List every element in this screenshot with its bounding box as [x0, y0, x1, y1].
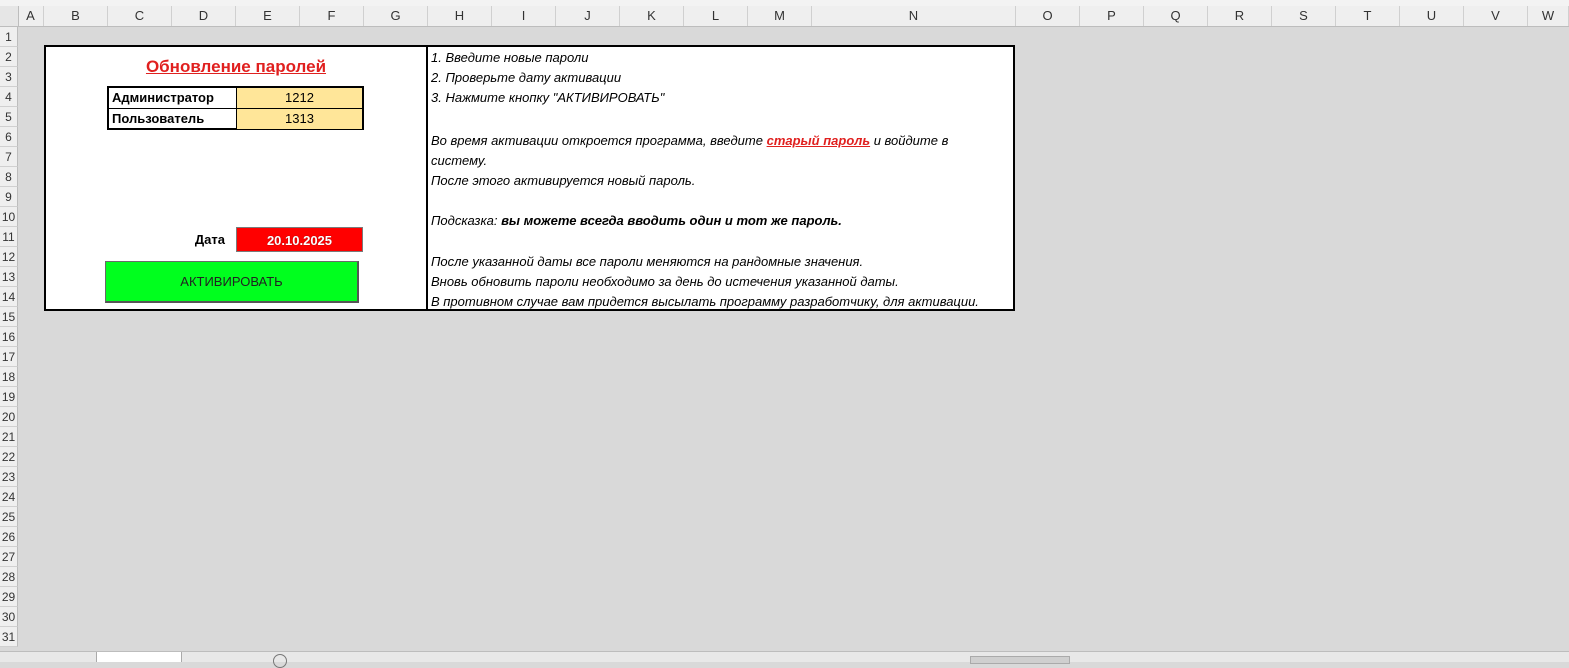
admin-label: Администратор — [109, 88, 237, 108]
instruction-step-2: 2. Проверьте дату активации — [431, 70, 622, 85]
row-header-27[interactable]: 27 — [0, 547, 18, 567]
activation-note: Во время активации откроется программа, … — [431, 133, 948, 148]
admin-password-cell[interactable]: 1212 — [237, 88, 362, 108]
panel-divider — [426, 45, 428, 311]
row-header-29[interactable]: 29 — [0, 587, 18, 607]
row-header-16[interactable]: 16 — [0, 327, 18, 347]
developer-note: В противном случае вам придется высылать… — [431, 294, 979, 309]
select-all-corner[interactable] — [0, 6, 19, 26]
column-header-row: ABCDEFGHIJKLMNOPQRSTUVW — [0, 6, 1569, 27]
column-header-m[interactable]: M — [748, 6, 812, 26]
user-password-cell[interactable]: 1313 — [237, 109, 362, 129]
add-sheet-icon[interactable] — [273, 654, 287, 668]
row-header-28[interactable]: 28 — [0, 567, 18, 587]
column-header-j[interactable]: J — [556, 6, 620, 26]
column-header-v[interactable]: V — [1464, 6, 1528, 26]
row-header-11[interactable]: 11 — [0, 227, 18, 247]
row-header-22[interactable]: 22 — [0, 447, 18, 467]
column-header-u[interactable]: U — [1400, 6, 1464, 26]
user-label: Пользователь — [109, 109, 237, 129]
hint-text: вы можете всегда вводить один и тот же п… — [501, 213, 842, 228]
row-header-17[interactable]: 17 — [0, 347, 18, 367]
hint-label: Подсказка: — [431, 213, 502, 228]
password-table: Администратор 1212 Пользователь 1313 — [107, 86, 364, 130]
column-header-a[interactable]: A — [18, 6, 44, 26]
row-header-21[interactable]: 21 — [0, 427, 18, 447]
column-header-e[interactable]: E — [236, 6, 300, 26]
row-header-9[interactable]: 9 — [0, 187, 18, 207]
column-header-h[interactable]: H — [428, 6, 492, 26]
old-password-highlight: старый пароль — [766, 133, 871, 148]
column-header-n[interactable]: N — [812, 6, 1016, 26]
activation-date-cell[interactable]: 20.10.2025 — [236, 227, 363, 252]
row-header-3[interactable]: 3 — [0, 67, 18, 87]
instruction-step-3: 3. Нажмите кнопку "АКТИВИРОВАТЬ" — [431, 90, 665, 105]
row-header-6[interactable]: 6 — [0, 127, 18, 147]
activate-button[interactable]: АКТИВИРОВАТЬ — [105, 261, 359, 303]
column-header-t[interactable]: T — [1336, 6, 1400, 26]
password-row-admin: Администратор 1212 — [109, 88, 362, 109]
row-header-19[interactable]: 19 — [0, 387, 18, 407]
row-header-15[interactable]: 15 — [0, 307, 18, 327]
row-header-20[interactable]: 20 — [0, 407, 18, 427]
column-header-k[interactable]: K — [620, 6, 684, 26]
column-header-i[interactable]: I — [492, 6, 556, 26]
activation-note-pre: Во время активации откроется программа, … — [431, 133, 767, 148]
date-label: Дата — [194, 232, 225, 247]
column-header-p[interactable]: P — [1080, 6, 1144, 26]
row-header-10[interactable]: 10 — [0, 207, 18, 227]
column-header-l[interactable]: L — [684, 6, 748, 26]
row-header-24[interactable]: 24 — [0, 487, 18, 507]
row-header-13[interactable]: 13 — [0, 267, 18, 287]
row-header-7[interactable]: 7 — [0, 147, 18, 167]
instruction-step-1: 1. Введите новые пароли — [431, 50, 589, 65]
row-header-31[interactable]: 31 — [0, 627, 18, 647]
new-password-note: После этого активируется новый пароль. — [431, 173, 696, 188]
hint-line: Подсказка: вы можете всегда вводить один… — [431, 213, 842, 228]
row-header-8[interactable]: 8 — [0, 167, 18, 187]
activation-note-cont: систему. — [431, 153, 488, 168]
column-header-g[interactable]: G — [364, 6, 428, 26]
row-header-23[interactable]: 23 — [0, 467, 18, 487]
row-header-4[interactable]: 4 — [0, 87, 18, 107]
row-header-5[interactable]: 5 — [0, 107, 18, 127]
horizontal-scrollbar[interactable] — [970, 656, 1070, 664]
row-header-25[interactable]: 25 — [0, 507, 18, 527]
column-header-d[interactable]: D — [172, 6, 236, 26]
row-header-1[interactable]: 1 — [0, 27, 18, 47]
column-header-o[interactable]: O — [1016, 6, 1080, 26]
row-header-30[interactable]: 30 — [0, 607, 18, 627]
column-header-c[interactable]: C — [108, 6, 172, 26]
activation-note-post: и войдите в — [870, 133, 949, 148]
column-header-q[interactable]: Q — [1144, 6, 1208, 26]
sheet-tab-bar — [0, 651, 1569, 668]
password-row-user: Пользователь 1313 — [109, 109, 362, 129]
column-header-s[interactable]: S — [1272, 6, 1336, 26]
renew-note: Вновь обновить пароли необходимо за день… — [431, 274, 899, 289]
panel-title: Обновление паролей — [145, 57, 327, 76]
column-header-b[interactable]: B — [44, 6, 108, 26]
row-header-18[interactable]: 18 — [0, 367, 18, 387]
column-header-r[interactable]: R — [1208, 6, 1272, 26]
expiry-note: После указанной даты все пароли меняются… — [431, 254, 864, 269]
row-header-14[interactable]: 14 — [0, 287, 18, 307]
column-header-w[interactable]: W — [1528, 6, 1569, 26]
row-header-2[interactable]: 2 — [0, 47, 18, 67]
row-header-12[interactable]: 12 — [0, 247, 18, 267]
column-header-f[interactable]: F — [300, 6, 364, 26]
row-header-26[interactable]: 26 — [0, 527, 18, 547]
